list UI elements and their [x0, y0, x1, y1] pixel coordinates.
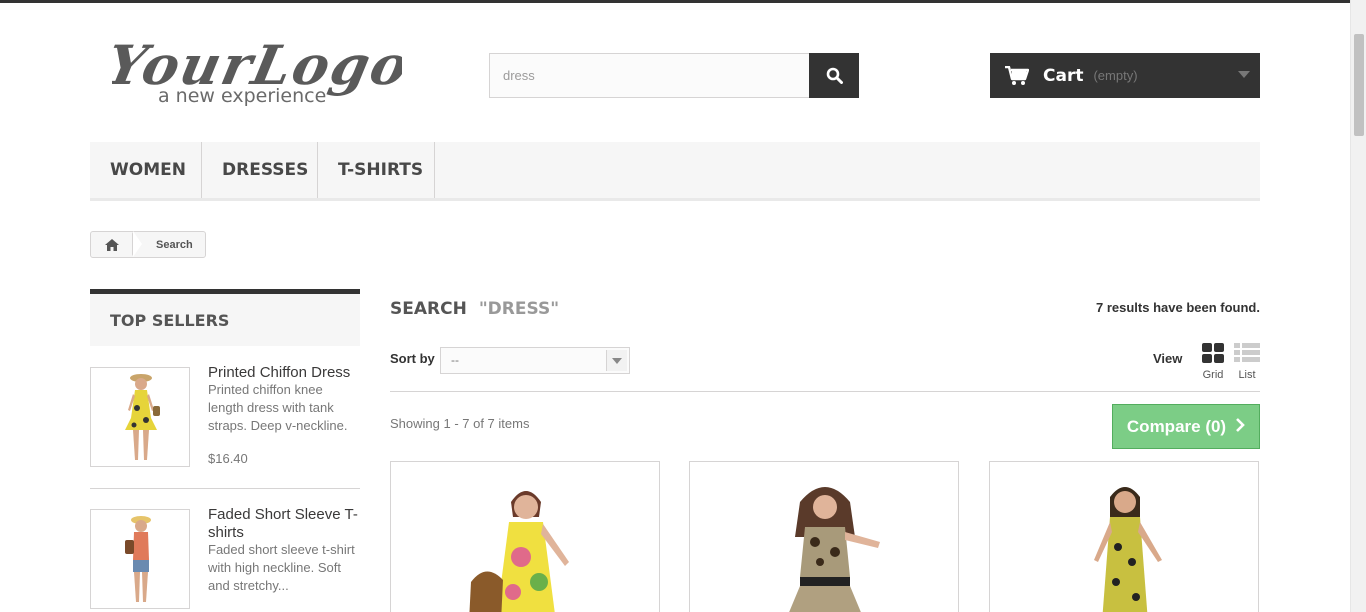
breadcrumb-current: Search: [156, 238, 193, 251]
compare-label: Compare (0): [1126, 416, 1227, 436]
view-list-label: List: [1238, 369, 1256, 381]
cart-button[interactable]: Cart (empty): [990, 53, 1260, 98]
divider: [390, 391, 1260, 392]
breadcrumb: Search: [90, 231, 206, 258]
sort-select[interactable]: --: [440, 347, 630, 374]
menu-item-tshirts[interactable]: T-SHIRTS: [318, 142, 435, 198]
site-logo[interactable]: YourLogo a new experience: [101, 24, 414, 108]
results-count: 7 results have been found.: [1096, 300, 1260, 315]
top-seller-item: Faded Short Sleeve T-shirts Faded short …: [90, 506, 360, 609]
top-seller-description: Faded short sleeve t-shirt with high nec…: [208, 542, 355, 593]
page-title-text: SEARCH: [390, 299, 467, 319]
sort-label: Sort by: [390, 351, 435, 366]
search-term: "DRESS": [478, 299, 560, 319]
home-icon: [105, 238, 119, 251]
top-seller-name[interactable]: Faded Short Sleeve T-shirts: [208, 506, 360, 542]
showing-count: Showing 1 - 7 of 7 items: [390, 416, 530, 431]
top-border: [0, 0, 1350, 3]
breadcrumb-home[interactable]: [91, 231, 142, 257]
top-seller-price: $16.40: [208, 451, 248, 466]
grid-icon: [1202, 343, 1224, 363]
product-thumbnail[interactable]: [90, 367, 190, 467]
divider: [90, 488, 360, 489]
view-grid-button[interactable]: Grid: [1200, 343, 1226, 381]
view-list-button[interactable]: List: [1234, 343, 1260, 381]
top-sellers-title: TOP SELLERS: [90, 289, 360, 346]
cart-title: Cart: [1043, 65, 1084, 86]
view-label: View: [1153, 351, 1183, 366]
menu-item-women[interactable]: WOMEN: [90, 142, 202, 198]
top-seller-name[interactable]: Printed Chiffon Dress: [208, 364, 360, 382]
product-image: [990, 462, 1258, 612]
page-title: SEARCH "DRESS": [390, 299, 559, 319]
product-thumbnail[interactable]: [90, 509, 190, 609]
product-card[interactable]: [689, 461, 959, 612]
product-image: [690, 462, 958, 612]
product-card[interactable]: [989, 461, 1259, 612]
svg-text:a new experience: a new experience: [158, 85, 326, 107]
chevron-down-icon: [606, 350, 627, 371]
sort-selected-value: --: [451, 353, 459, 367]
list-icon: [1234, 343, 1260, 362]
chevron-right-icon: [1236, 416, 1245, 437]
scrollbar[interactable]: [1350, 0, 1366, 612]
top-seller-item: Printed Chiffon Dress Printed chiffon kn…: [90, 364, 360, 477]
top-seller-description: Printed chiffon knee length dress with t…: [208, 382, 348, 433]
main-menu: WOMEN DRESSES T-SHIRTS: [90, 142, 1260, 201]
cart-icon: [1005, 65, 1029, 85]
cart-status: (empty): [1093, 68, 1138, 83]
product-image: [391, 462, 659, 612]
menu-item-dresses[interactable]: DRESSES: [202, 142, 318, 198]
search-icon: [826, 67, 843, 84]
scrollbar-thumb[interactable]: [1354, 34, 1364, 136]
chevron-down-icon: [1238, 71, 1250, 78]
compare-button[interactable]: Compare (0): [1112, 404, 1260, 449]
product-card[interactable]: [390, 461, 660, 612]
search-input[interactable]: [489, 53, 809, 98]
search-bar: [489, 53, 859, 98]
search-button[interactable]: [809, 53, 859, 98]
view-grid-label: Grid: [1202, 369, 1224, 381]
